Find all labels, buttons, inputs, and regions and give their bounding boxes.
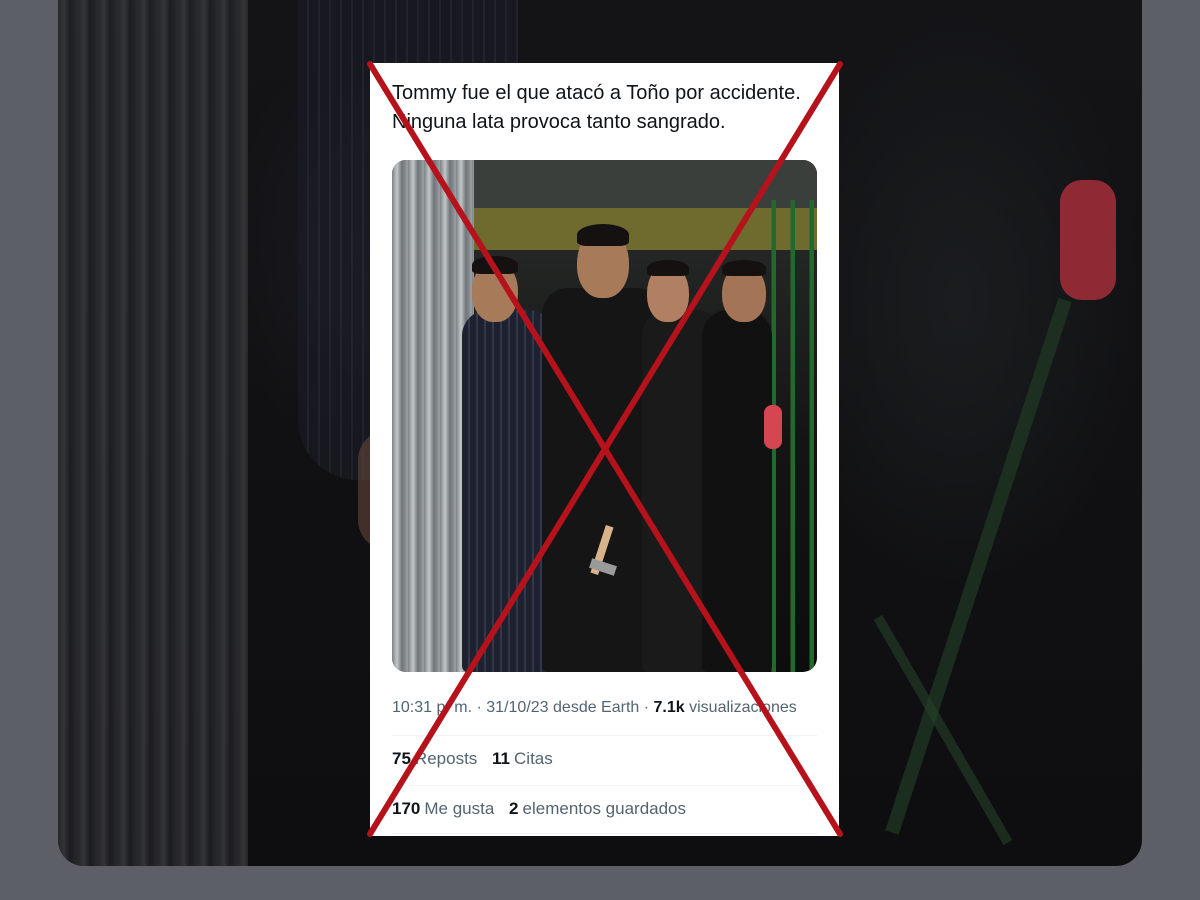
bookmarks-info: 2 elementos guardados: [509, 799, 686, 818]
views-count: 7.1k: [653, 699, 685, 716]
bookmarks-count: 2: [509, 799, 519, 818]
reposts-link[interactable]: 75 Reposts: [392, 749, 477, 768]
tweet-date[interactable]: 31/10/23: [486, 699, 548, 716]
tweet-text: Tommy fue el que atacó a Toño por accide…: [392, 79, 822, 137]
quotes-label: Citas: [514, 749, 553, 768]
bookmarks-label: elementos guardados: [522, 799, 687, 818]
views-label: visualizaciones: [689, 699, 797, 716]
meta-separator: ·: [476, 699, 482, 716]
tweet-text-line-1: Tommy fue el que atacó a Toño por accide…: [392, 82, 801, 104]
tweet-source: desde Earth: [553, 699, 640, 716]
tweet-photo[interactable]: [392, 160, 817, 672]
quotes-link[interactable]: 11 Citas: [492, 749, 553, 768]
divider: [392, 833, 817, 834]
divider: [392, 735, 817, 736]
background-fence-bar: [885, 297, 1072, 835]
background-pink-object: [1060, 180, 1116, 300]
tweet-metadata: 10:31 p. m. · 31/10/23 desde Earth · 7.1…: [392, 699, 822, 717]
likes-label: Me gusta: [424, 799, 495, 818]
tweet-text-line-2: Ninguna lata provoca tanto sangrado.: [392, 111, 726, 133]
divider: [392, 785, 817, 786]
tweet-card: Tommy fue el que atacó a Toño por accide…: [370, 63, 839, 836]
tweet-time[interactable]: 10:31 p. m.: [392, 699, 472, 716]
likes-count: 170: [392, 799, 421, 818]
reposts-label: Reposts: [414, 749, 478, 768]
likes-link[interactable]: 170 Me gusta: [392, 799, 494, 818]
meta-separator: ·: [643, 699, 650, 716]
likes-bookmarks-row: 170 Me gusta 2 elementos guardados: [392, 799, 822, 819]
background-pillar: [58, 0, 248, 866]
reposts-quotes-row: 75 Reposts 11 Citas: [392, 749, 822, 769]
reposts-count: 75: [392, 749, 411, 768]
quotes-count: 11: [492, 749, 511, 768]
photo-pink-object: [764, 405, 782, 449]
